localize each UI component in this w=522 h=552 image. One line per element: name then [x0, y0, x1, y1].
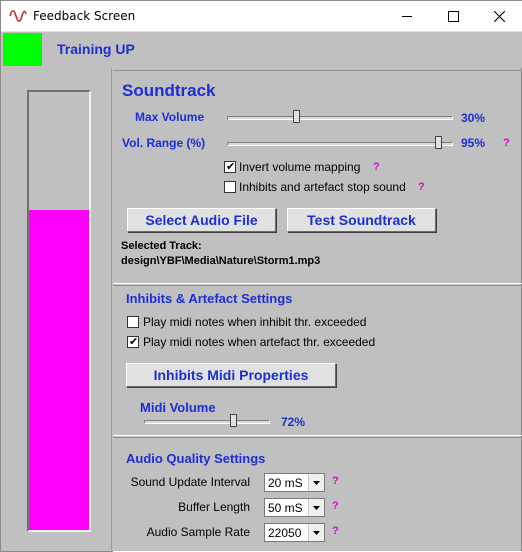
vol-range-value: 95% — [461, 136, 486, 150]
close-icon — [493, 11, 505, 22]
feedback-window: Feedback Screen Training UP Soundtrack M… — [0, 0, 522, 552]
inhibits-midi-properties-button[interactable]: Inhibits Midi Properties — [126, 363, 336, 387]
midi-volume-label: Midi Volume — [140, 400, 216, 415]
checkmark-icon: ✔ — [226, 161, 236, 173]
sample-rate-value: 22050 — [268, 526, 302, 540]
invert-volume-checkbox[interactable]: ✔ — [224, 161, 236, 173]
chevron-down-icon — [308, 474, 324, 491]
selected-track-label: Selected Track: — [121, 240, 202, 252]
max-volume-slider-thumb[interactable] — [292, 110, 300, 123]
midi-volume-value: 72% — [281, 415, 306, 429]
sample-rate-label: Audio Sample Rate — [146, 525, 250, 539]
soundtrack-heading: Soundtrack — [122, 81, 216, 100]
soundtrack-panel: Soundtrack Max Volume 30% Vol. Range (%)… — [113, 70, 522, 284]
maximize-icon — [447, 11, 459, 22]
midi-artefact-label: Play midi notes when artefact thr. excee… — [143, 335, 376, 349]
title-bar[interactable]: Feedback Screen — [1, 1, 522, 32]
max-volume-label: Max Volume — [135, 110, 205, 124]
sound-update-value: 20 mS — [268, 476, 303, 490]
buffer-length-value: 50 mS — [268, 501, 303, 515]
header-bar: Training UP — [1, 32, 522, 68]
vol-range-label: Vol. Range (%) — [122, 136, 206, 150]
sample-rate-select[interactable]: 22050 — [264, 523, 325, 542]
inhibits-heading: Inhibits & Artefact Settings — [126, 291, 293, 306]
inhibits-panel: Inhibits & Artefact Settings Play midi n… — [113, 285, 522, 436]
vol-range-slider-track[interactable] — [227, 142, 453, 146]
max-volume-slider-track[interactable] — [227, 116, 453, 120]
feedback-meter-panel — [3, 68, 112, 551]
midi-artefact-checkbox[interactable]: ✔ — [127, 336, 139, 348]
midi-volume-slider-thumb[interactable] — [229, 414, 237, 427]
midi-volume-slider-track[interactable] — [144, 420, 270, 424]
buffer-length-help[interactable]: ? — [332, 500, 339, 512]
audio-quality-heading: Audio Quality Settings — [126, 451, 266, 466]
minimize-icon — [401, 16, 412, 17]
sample-rate-help[interactable]: ? — [332, 525, 339, 537]
midi-inhibit-label: Play midi notes when inhibit thr. exceed… — [143, 315, 367, 329]
sound-update-select[interactable]: 20 mS — [264, 473, 325, 492]
max-volume-value: 30% — [461, 111, 486, 125]
window-title: Feedback Screen — [33, 9, 136, 23]
selected-track-path: design\YBF\Media\Nature\Storm1.mp3 — [121, 255, 321, 267]
chevron-down-icon — [308, 499, 324, 516]
inhibits-stop-help[interactable]: ? — [418, 181, 425, 193]
invert-volume-label: Invert volume mapping — [239, 160, 361, 174]
checkmark-icon: ✔ — [129, 336, 139, 348]
inhibits-stop-label: Inhibits and artefact stop sound — [239, 180, 406, 194]
midi-inhibit-checkbox[interactable] — [127, 316, 139, 328]
sound-update-label: Sound Update Interval — [130, 475, 250, 489]
audio-quality-panel: Audio Quality Settings Sound Update Inte… — [113, 437, 522, 552]
vol-range-slider-thumb[interactable] — [435, 136, 443, 149]
feedback-level-fill — [29, 210, 89, 530]
sound-update-help[interactable]: ? — [332, 475, 339, 487]
chevron-down-icon — [308, 524, 324, 541]
test-soundtrack-button[interactable]: Test Soundtrack — [287, 208, 436, 232]
invert-volume-help[interactable]: ? — [373, 161, 380, 173]
maximize-button[interactable] — [430, 1, 476, 32]
training-mode-title: Training UP — [57, 41, 135, 57]
close-button[interactable] — [476, 1, 522, 32]
minimize-button[interactable] — [384, 1, 430, 32]
buffer-length-label: Buffer Length — [178, 500, 250, 514]
select-audio-file-button[interactable]: Select Audio File — [127, 208, 276, 232]
vol-range-help[interactable]: ? — [503, 137, 510, 149]
feedback-level-meter — [27, 90, 91, 532]
waveform-icon — [9, 10, 27, 22]
inhibits-stop-checkbox[interactable] — [224, 181, 236, 193]
status-indicator — [3, 33, 42, 66]
buffer-length-select[interactable]: 50 mS — [264, 498, 325, 517]
